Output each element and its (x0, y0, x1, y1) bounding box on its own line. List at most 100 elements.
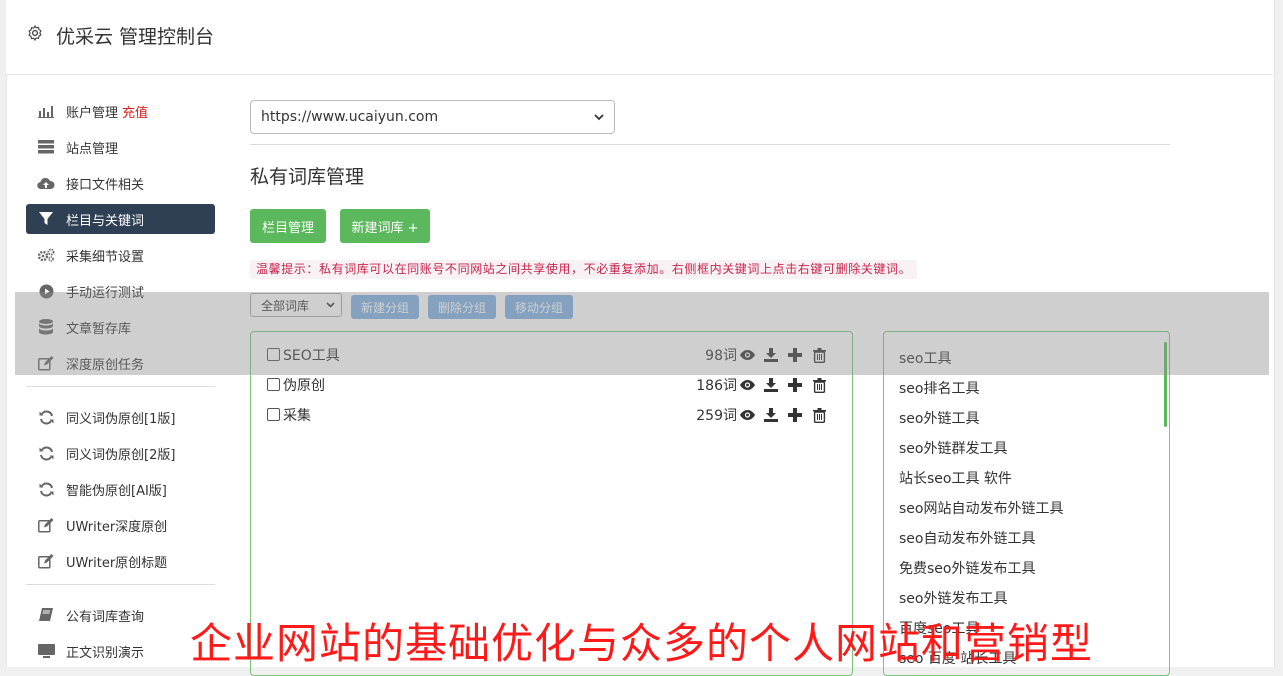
refresh-icon (37, 410, 55, 424)
sidebar-item-uwriter-title[interactable]: UWriter原创标题 (26, 546, 215, 576)
sidebar-divider (26, 386, 215, 387)
keyword-scrollbar[interactable] (1164, 342, 1167, 427)
chevron-down-icon (326, 302, 335, 308)
sidebar-item-collect-settings[interactable]: 采集细节设置 (26, 240, 215, 270)
play-circle-icon (37, 284, 55, 298)
keyword-item[interactable]: seo排名工具 (899, 378, 979, 398)
cogs-icon (37, 248, 55, 262)
sidebar-item-label: 深度原创任务 (66, 357, 145, 373)
trash-icon[interactable] (810, 346, 828, 364)
sidebar-item-label: UWriter深度原创 (66, 519, 168, 535)
plus-icon[interactable] (786, 376, 804, 394)
edit-icon (37, 355, 55, 371)
sidebar-item-label: 同义词伪原创[1版] (66, 411, 176, 427)
library-name[interactable]: 采集 (283, 405, 311, 425)
gear-icon (28, 25, 42, 41)
sidebar-item-label: 文章暂存库 (66, 321, 132, 337)
sidebar-item-label: 采集细节设置 (66, 249, 145, 265)
site-select[interactable]: https://www.ucaiyun.com (250, 100, 615, 134)
library-checkbox[interactable] (267, 408, 280, 421)
sidebar-item-label: 同义词伪原创[2版] (66, 447, 176, 463)
move-group-button[interactable]: 移动分组 (505, 295, 573, 319)
keyword-item[interactable]: seo外链发布工具 (899, 588, 1007, 608)
sidebar-item-interface-files[interactable]: 接口文件相关 (26, 168, 215, 198)
plus-icon[interactable] (786, 346, 804, 364)
sidebar-item-text-recognition[interactable]: 正文识别演示 (26, 636, 215, 666)
refresh-icon (37, 446, 55, 460)
sidebar-item-deep-original[interactable]: 深度原创任务 (26, 348, 215, 378)
library-checkbox[interactable] (267, 378, 280, 391)
library-filter-value: 全部词库 (261, 298, 310, 313)
download-icon[interactable] (762, 376, 780, 394)
book-icon (37, 607, 55, 622)
monitor-icon (37, 643, 55, 658)
database-icon (37, 319, 55, 335)
keyword-item[interactable]: seo外链群发工具 (899, 438, 1007, 458)
edit-icon (37, 553, 55, 569)
sidebar-item-public-library[interactable]: 公有词库查询 (26, 600, 215, 630)
library-name[interactable]: SEO工具 (283, 345, 340, 365)
sidebar-item-label: 正文识别演示 (66, 645, 145, 661)
eye-icon[interactable] (738, 346, 756, 364)
library-filter-select[interactable]: 全部词库 (250, 293, 342, 317)
sidebar: 账户管理 充值 站点管理 接口文件相关 栏目与关键词 采集细节设置 手动运行测试 (26, 96, 215, 672)
section-title: 私有词库管理 (250, 166, 365, 188)
list-item: 采集 259词 (267, 404, 842, 426)
keyword-item[interactable]: 站长seo工具 软件 (899, 468, 1012, 488)
sidebar-item-uwriter-deep[interactable]: UWriter深度原创 (26, 510, 215, 540)
library-name[interactable]: 伪原创 (283, 375, 325, 395)
edit-icon (37, 517, 55, 533)
divider (250, 144, 1170, 145)
sidebar-item-label: 账户管理 (66, 105, 119, 121)
list-item: 伪原创 186词 (267, 374, 842, 396)
library-count: 98词 (705, 348, 737, 364)
site-select-value: https://www.ucaiyun.com (261, 109, 439, 125)
column-manage-button[interactable]: 栏目管理 (250, 209, 326, 243)
server-icon (37, 140, 55, 154)
keyword-item[interactable]: seo网站自动发布外链工具 (899, 498, 1063, 518)
sidebar-item-label: 站点管理 (66, 141, 119, 157)
library-count: 186词 (696, 378, 737, 394)
keyword-item[interactable]: 免费seo外链发布工具 (899, 558, 1035, 578)
sidebar-item-manual-run[interactable]: 手动运行测试 (26, 276, 215, 306)
sidebar-item-label: 接口文件相关 (66, 177, 145, 193)
refresh-icon (37, 482, 55, 496)
sidebar-item-columns-keywords[interactable]: 栏目与关键词 (26, 204, 215, 234)
sidebar-item-label: 栏目与关键词 (66, 213, 145, 229)
library-checkbox[interactable] (267, 348, 280, 361)
sidebar-item-label: 手动运行测试 (66, 285, 145, 301)
eye-icon[interactable] (738, 376, 756, 394)
sidebar-item-article-storage[interactable]: 文章暂存库 (26, 312, 215, 342)
delete-group-button[interactable]: 删除分组 (428, 295, 496, 319)
new-group-button[interactable]: 新建分组 (351, 295, 419, 319)
sidebar-item-label: 公有词库查询 (66, 609, 145, 625)
chevron-down-icon (594, 113, 604, 120)
sidebar-item-ai-rewrite[interactable]: 智能伪原创[AI版] (26, 474, 215, 504)
library-count: 259词 (696, 408, 737, 424)
eye-icon[interactable] (738, 406, 756, 424)
caption-overlay: 企业网站的基础优化与众多的个人网站和营销型 (190, 619, 1094, 668)
sidebar-divider (26, 584, 215, 585)
trash-icon[interactable] (810, 406, 828, 424)
download-icon[interactable] (762, 406, 780, 424)
trash-icon[interactable] (810, 376, 828, 394)
download-icon[interactable] (762, 346, 780, 364)
new-library-button[interactable]: 新建词库 + (340, 209, 430, 243)
keyword-item[interactable]: seo外链工具 (899, 408, 979, 428)
keyword-item[interactable]: seo工具 (899, 348, 951, 368)
plus-icon[interactable] (786, 406, 804, 424)
keyword-item[interactable]: seo自动发布外链工具 (899, 528, 1035, 548)
sidebar-item-synonym-v2[interactable]: 同义词伪原创[2版] (26, 438, 215, 468)
header: 优采云 管理控制台 (6, 0, 1273, 75)
filter-icon (37, 212, 55, 226)
bar-chart-icon (37, 104, 55, 118)
list-item: SEO工具 98词 (267, 344, 842, 366)
sidebar-item-synonym-v1[interactable]: 同义词伪原创[1版] (26, 402, 215, 432)
cloud-upload-icon (37, 176, 55, 190)
sidebar-item-label: 智能伪原创[AI版] (66, 483, 167, 499)
sidebar-item-account[interactable]: 账户管理 充值 (26, 96, 215, 126)
tip-text: 温馨提示：私有词库可以在同账号不同网站之间共享使用，不必重复添加。右侧框内关键词… (250, 260, 918, 279)
recharge-link[interactable]: 充值 (122, 102, 148, 121)
sidebar-item-sites[interactable]: 站点管理 (26, 132, 215, 162)
sidebar-item-label: UWriter原创标题 (66, 555, 168, 571)
